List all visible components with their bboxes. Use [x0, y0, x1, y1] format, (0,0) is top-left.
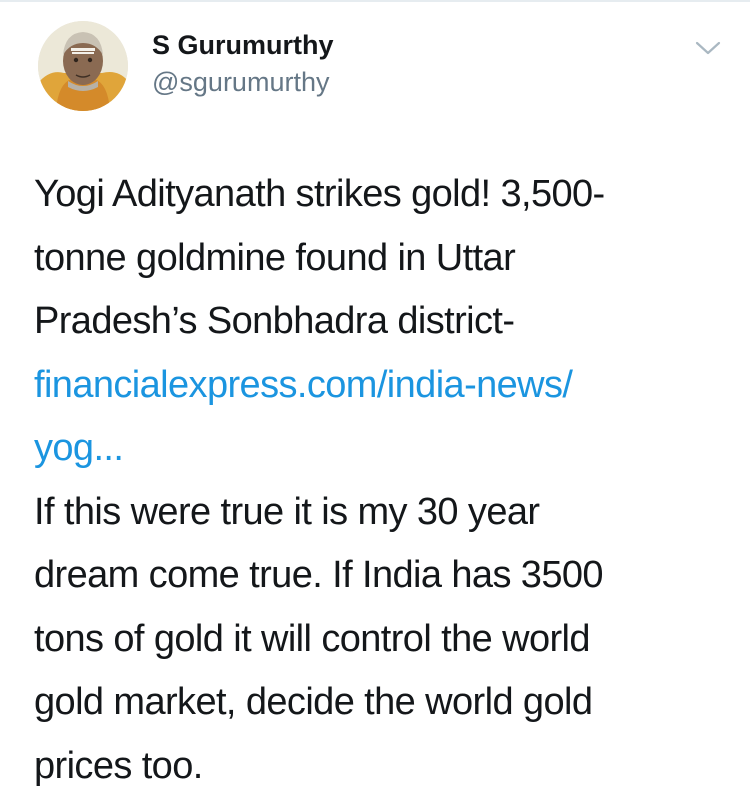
tweet-text-line: tonne goldmine found in Uttar — [34, 236, 516, 279]
tweet-comment-line: gold market, decide the world gold — [34, 681, 593, 723]
tweet-comment-line: If this were true it is my 30 year — [34, 490, 540, 533]
tweet-header: S Gurumurthy @sgurumurthy — [0, 0, 750, 130]
tweet-menu-button[interactable] — [690, 30, 726, 66]
author-avatar[interactable] — [38, 21, 128, 111]
tweet-link-line[interactable]: financialexpress.com/india-news/ — [34, 354, 724, 418]
tweet-text-line: Yogi Adityanath strikes gold! 3,500- — [34, 173, 605, 215]
tweet-link-line[interactable]: yog... — [34, 417, 724, 481]
avatar-portrait-icon — [38, 21, 128, 111]
author-display-name[interactable]: S Gurumurthy — [152, 30, 334, 61]
tweet-text: Yogi Adityanath strikes gold! 3,500- ton… — [34, 163, 724, 798]
tweet-text-line: Pradesh’s Sonbhadra district- — [34, 300, 515, 342]
tweet-comment-line: prices too. — [34, 744, 203, 787]
tweet-comment-line: dream come true. If India has 3500 — [34, 554, 604, 596]
tweet-comment-line: tons of gold it will control the world — [34, 617, 591, 660]
author-handle[interactable]: @sgurumurthy — [152, 67, 329, 98]
chevron-down-icon — [695, 41, 721, 55]
